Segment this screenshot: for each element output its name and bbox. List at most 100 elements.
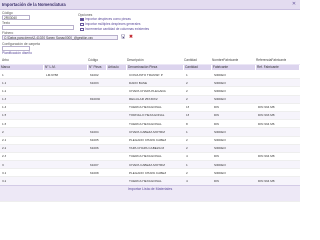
cell-cantidad: 2 — [186, 97, 188, 102]
cell-fabricante: DIN — [214, 105, 220, 110]
checkbox-icon[interactable] — [80, 22, 84, 26]
filter-fabricante[interactable]: Fabricante — [212, 64, 256, 70]
header-codigo[interactable]: Código — [88, 58, 98, 63]
cell-cantidad: 4 — [186, 154, 188, 159]
planificacion-label[interactable]: Planificación diseño — [2, 51, 32, 55]
table-row[interactable]: 1.5 TORNILLO HEXAGONAL 16 DIN DIN 933 M8 — [0, 111, 300, 121]
cell-cantidad: 16 — [186, 113, 190, 118]
cell-ref-fabricante: DIN 934 M8 — [258, 154, 275, 159]
cell-cantidad: 2 — [186, 170, 188, 175]
cell-cantidad: 4 — [186, 178, 188, 183]
table-row[interactable]: 1.4 TUERCA HEXAGONAL 16 DIN DIN 934 M8 — [0, 104, 300, 112]
cell-ref-fabricante: DIN 933 M8 — [258, 113, 275, 118]
table-row[interactable]: 3 61007 CHAPA CABEZA MOTRIZ 1 SIDDEO — [0, 161, 300, 170]
header-ref-fabricante[interactable]: ReferenciaFabricante — [256, 58, 286, 63]
filter-denominacion[interactable]: Denominación Pieza — [127, 64, 184, 70]
cell-fabricante: SIDDEO — [214, 80, 226, 85]
header-arbol[interactable]: Árbol — [2, 58, 9, 63]
table-row[interactable]: 2 61004 CHAPA CABEZA MOTRIZ 1 SIDDEO — [0, 128, 300, 137]
table-row[interactable]: 2.1 61005 PLEGADO CHAPA CABEZ 2 SIDDEO — [0, 137, 300, 145]
cell-denominacion: TUERCA HEXAGONAL — [129, 105, 162, 110]
cell-cantidad: 2 — [186, 80, 188, 85]
cell-marca: 3.2 — [2, 178, 7, 183]
cell-marca: 1.4 — [2, 105, 7, 110]
table-row[interactable]: 2.2 61006 TAPA CHAPA CABEZA M 2 SIDDEO — [0, 144, 300, 153]
cell-fabricante: SIDDEO — [214, 129, 226, 134]
filter-ref-fabricante[interactable]: Ref. Fabricante — [256, 64, 300, 70]
cell-npieza: 61008 — [90, 170, 99, 175]
cell-marca: 2 — [2, 129, 4, 134]
cell-marca: 3 — [2, 162, 4, 167]
footer-bar: Importar Lista de Materiales — [0, 185, 300, 201]
delete-icon[interactable]: ✖ — [128, 34, 134, 40]
cell-cantidad: 2 — [186, 138, 188, 142]
cell-fabricante: DIN — [214, 154, 220, 159]
close-icon[interactable]: ✕ — [291, 1, 297, 7]
header-descripcion[interactable]: Descripción — [127, 58, 144, 63]
checkbox-icon[interactable] — [80, 17, 84, 21]
import-materials-link[interactable]: Importar Lista de Materiales — [0, 187, 300, 191]
cell-npieza: 61006 — [90, 146, 99, 151]
cell-marca: 3.1 — [2, 170, 7, 175]
cell-fabricante: DIN — [214, 113, 220, 118]
cell-cantidad: 1 — [186, 72, 188, 77]
window-title: Importación de la Nomenclatura — [2, 2, 66, 7]
cell-marca: 1.2 — [2, 88, 7, 93]
header-nombre-fabricante[interactable]: NombreFabricante — [212, 58, 238, 63]
header-cantidad[interactable]: Cantidad — [184, 58, 197, 63]
cell-denominacion: CHAPA CABEZA MOTRIZ — [129, 162, 166, 167]
cell-denominacion: TUERCA HEXAGONAL — [129, 178, 162, 183]
table-row[interactable]: 2.3 TUERCA HEXAGONAL 4 DIN DIN 934 M8 — [0, 153, 300, 162]
cell-fabricante: SIDDEO — [214, 170, 226, 175]
save-icon[interactable]: 🖫 — [120, 34, 126, 40]
table-row[interactable]: 1.6 TUERCA HEXAGONAL 8 DIN DIN 934 M6 — [0, 120, 300, 129]
cell-marca: 1 — [2, 72, 4, 77]
cell-denominacion: PLEGADO CHAPA CABEZ — [129, 138, 167, 142]
checkbox-icon[interactable] — [80, 27, 84, 31]
cell-marca: 1.3 — [2, 97, 7, 102]
cell-cantidad: 1 — [186, 129, 188, 134]
grid-rows: 1 LM.9788 61002 CONJUNTO TRANSP. P 1 SIDDEO 1.… — [0, 71, 300, 202]
cell-denominacion: REGULAR 25X30X2 — [129, 97, 158, 102]
cell-marca: 1.6 — [2, 121, 7, 126]
cell-marca: 2.2 — [2, 146, 7, 151]
cell-denominacion: TUERCA HEXAGONAL — [129, 154, 162, 159]
filter-npieza[interactable]: N° Pieza — [88, 64, 107, 70]
title-bar: Importación de la Nomenclatura ✕ — [0, 0, 300, 10]
grid-filter-row: Marca N° L.M. N° Pieza Artículo Denomina… — [0, 64, 300, 70]
cell-marca: 2.1 — [2, 138, 7, 142]
cell-fabricante: SIDDEO — [214, 162, 226, 167]
texto-field[interactable] — [2, 25, 74, 30]
cell-denominacion: TUERCA HEXAGONAL — [129, 121, 162, 126]
cell-npieza: 61007 — [90, 162, 99, 167]
cell-cantidad: 2 — [186, 146, 188, 151]
cell-npieza: 61003 — [90, 80, 99, 85]
cell-cantidad: 1 — [186, 162, 188, 167]
table-row[interactable]: 1 LM.9788 61002 CONJUNTO TRANSP. P 1 SIDDEO — [0, 71, 300, 80]
cell-npieza: 810030 — [90, 97, 101, 102]
cell-ref-fabricante: DIN 934 M8 — [258, 105, 275, 110]
cell-npieza: 61005 — [90, 138, 99, 142]
cell-fabricante: SIDDEO — [214, 97, 226, 102]
filter-marca[interactable]: Marca — [0, 64, 44, 70]
materials-grid: Árbol Código Descripción Cantidad Nombre… — [0, 58, 300, 202]
cell-npieza: 61002 — [90, 72, 99, 77]
filter-articulo[interactable]: Artículo — [107, 64, 127, 70]
cell-denominacion: PLEGADO CHAPA CABEZ — [129, 170, 167, 175]
table-row[interactable]: 1.2 CHAPA CHAPA PLEGADA 2 SIDDEO — [0, 87, 300, 96]
filter-cantidad[interactable]: Cantidad — [184, 64, 212, 70]
cell-fabricante: SIDDEO — [214, 88, 226, 93]
cell-ref-fabricante: DIN 934 M8 — [258, 178, 275, 183]
filter-nlm[interactable]: N° L.M. — [44, 64, 88, 70]
cell-fabricante: DIN — [214, 121, 220, 126]
cell-cantidad: 8 — [186, 121, 188, 126]
codigo-field[interactable]: 2R03040 — [2, 15, 30, 20]
cell-denominacion: CHAPA CHAPA PLEGADA — [129, 88, 166, 93]
table-row[interactable]: 3.1 61008 PLEGADO CHAPA CABEZ 2 SIDDEO — [0, 169, 300, 178]
cell-denominacion: DADO BASE — [129, 80, 148, 85]
table-row[interactable]: 1.1 61003 DADO BASE 2 SIDDEO — [0, 79, 300, 88]
import-window: Importación de la Nomenclatura ✕ Código … — [0, 0, 300, 202]
cell-fabricante: SIDDEO — [214, 72, 226, 77]
cell-npieza: 61004 — [90, 129, 99, 134]
table-row[interactable]: 1.3 810030 REGULAR 25X30X2 2 SIDDEO — [0, 95, 300, 104]
